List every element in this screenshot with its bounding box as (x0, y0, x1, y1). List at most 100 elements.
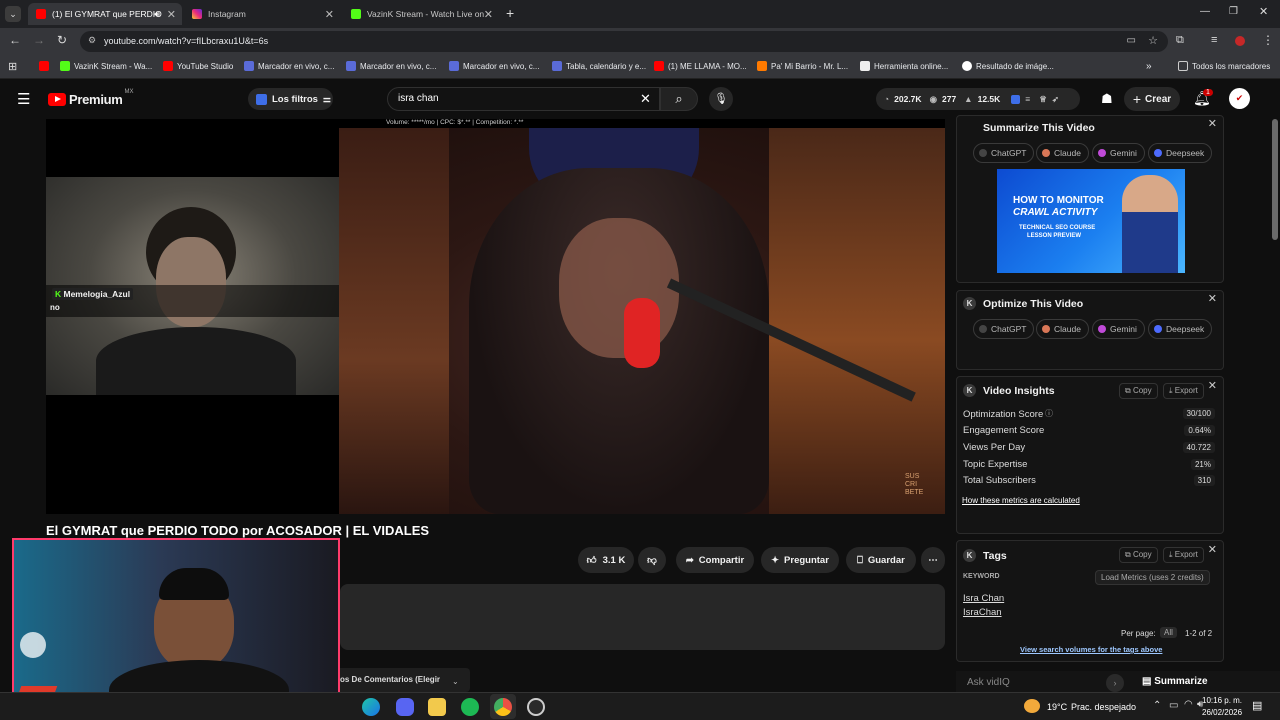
description-box[interactable] (340, 584, 945, 650)
browser-menu-icon[interactable]: ⋮ (1262, 33, 1274, 47)
bookmark-item[interactable]: (1) ME LLAMA - MO... (654, 61, 747, 71)
page-scrollbar[interactable] (1272, 119, 1278, 240)
close-tab-icon[interactable]: ✕ (325, 8, 334, 21)
deepseek-button[interactable]: Deepseek (1148, 143, 1213, 163)
ask-button[interactable]: ✦ Preguntar (761, 547, 839, 573)
bookmarks-bar: ⊞ VazinK Stream - Wa... YouTube Studio M… (0, 55, 1280, 79)
close-tab-icon[interactable]: ✕ (484, 8, 493, 21)
file-explorer-icon[interactable] (428, 698, 446, 716)
tag-link[interactable]: Isra Chan (963, 593, 1004, 604)
url-bar[interactable]: ⚙ youtube.com/watch?v=fILbcraxu1U&t=6s ▭… (80, 31, 1168, 52)
share-button[interactable]: ➦ Compartir (676, 547, 754, 573)
save-button[interactable]: ⎕ Guardar (846, 547, 916, 573)
tab-instagram[interactable]: Instagram ✕ (184, 3, 340, 25)
clear-search-icon[interactable]: ✕ (640, 91, 651, 107)
restore-icon[interactable]: ❐ (1229, 6, 1238, 17)
more-actions-button[interactable]: ⋯ (921, 547, 945, 573)
edge-icon[interactable] (362, 698, 380, 716)
ask-vidiq-input[interactable]: Ask vidIQ (967, 677, 1010, 688)
extensions-icon[interactable]: ⧉ (1176, 34, 1184, 47)
claude-button[interactable]: Claude (1036, 143, 1089, 163)
close-tags-icon[interactable]: ✕ (1208, 543, 1217, 556)
create-button[interactable]: + Crear (1124, 87, 1180, 111)
minimize-icon[interactable]: — (1200, 6, 1210, 17)
obs-icon[interactable] (527, 698, 545, 716)
discord-icon[interactable] (396, 698, 414, 716)
tab-search-button[interactable]: ⌄ (5, 6, 21, 22)
claude-button[interactable]: Claude (1036, 319, 1089, 339)
close-insights-icon[interactable]: ✕ (1208, 379, 1217, 392)
spotify-icon[interactable] (461, 698, 479, 716)
bookmark-star-icon[interactable]: ☆ (1148, 34, 1158, 47)
apps-grid-icon[interactable]: ⊞ (8, 60, 17, 73)
reading-list-icon[interactable]: ≡ (1211, 34, 1217, 46)
thumb-person (1122, 175, 1178, 273)
bookmark-item[interactable]: Marcador en vivo, c... (449, 61, 539, 71)
bookmark-item[interactable]: VazinK Stream - Wa... (60, 61, 152, 71)
tray-chevron-icon[interactable]: ⌃ (1153, 700, 1161, 711)
wifi-icon[interactable]: ◠ (1184, 699, 1193, 710)
chatgpt-button[interactable]: ChatGPT (973, 143, 1035, 163)
info-icon[interactable]: ⓘ (1045, 408, 1053, 419)
bookmark-item[interactable]: Tabla, calendario y e... (552, 61, 646, 71)
per-page-select[interactable]: All (1160, 627, 1177, 638)
rocket-icon[interactable]: ➶ (1052, 94, 1059, 105)
close-summarize-icon[interactable]: ✕ (1208, 117, 1217, 130)
gemini-button[interactable]: Gemini (1092, 319, 1145, 339)
filters-button[interactable]: Los filtros ⚌ (248, 88, 333, 110)
list-icon[interactable]: ≡ (1025, 94, 1030, 104)
bookmark-item[interactable]: Pa' Mi Barrio - Mr. L... (757, 61, 848, 71)
tab-vazink[interactable]: VazinK Stream - Watch Live on ✕ (343, 3, 499, 25)
weather-icon[interactable] (1024, 699, 1040, 713)
site-info-icon[interactable]: ⚙ (88, 35, 96, 46)
summarize-button[interactable]: ▤ Summarize (1142, 676, 1208, 687)
load-metrics-button[interactable]: Load Metrics (uses 2 credits) (1095, 570, 1210, 585)
bookmarks-overflow-icon[interactable]: » (1146, 61, 1152, 72)
video-player[interactable]: SUS CRI BETE Volume: *****/mo | CPC: $*.… (46, 119, 945, 514)
copy-tags-button[interactable]: ⧉ Copy (1119, 547, 1158, 563)
close-window-icon[interactable]: ✕ (1259, 5, 1268, 18)
notification-center-icon[interactable]: ▤ (1252, 699, 1262, 712)
vidiq-small-icon[interactable] (1011, 94, 1021, 104)
reload-icon[interactable]: ↻ (57, 33, 67, 47)
export-tags-button[interactable]: ⤓ Export (1163, 547, 1204, 563)
copy-insights-button[interactable]: ⧉ Copy (1119, 383, 1158, 399)
export-insights-button[interactable]: ⤓ Export (1163, 383, 1204, 399)
tag-link[interactable]: IsraChan (963, 607, 1002, 618)
youtube-logo[interactable]: Premium MX (48, 89, 134, 107)
hamburger-menu-icon[interactable]: ☰ (17, 90, 30, 108)
all-bookmarks[interactable]: Todos los marcadores (1178, 61, 1270, 71)
avatar[interactable]: ✔ (1229, 88, 1250, 109)
search-input[interactable]: isra chan ✕ (387, 87, 660, 111)
network-icon[interactable]: ▭ (1169, 700, 1178, 711)
profile-icon[interactable] (1235, 36, 1245, 46)
cast-icon[interactable]: ▭ (1127, 35, 1136, 46)
search-button[interactable]: ⌕ (660, 87, 698, 111)
bookmark-item[interactable]: Marcador en vivo, c... (244, 61, 334, 71)
deepseek-button[interactable]: Deepseek (1148, 319, 1213, 339)
search-volumes-link[interactable]: View search volumes for the tags above (1020, 645, 1162, 654)
comments-sort[interactable]: os De Comentarios (Elegir ⌄ (336, 668, 470, 692)
metrics-info-link[interactable]: How these metrics are calculated (962, 496, 1080, 505)
tab-gymrat[interactable]: (1) El GYMRAT que PERDIO 🔊︎ ✕ (28, 3, 182, 25)
bookmark-item[interactable] (39, 61, 53, 71)
bookmark-item[interactable]: Resultado de imáge... (962, 61, 1054, 71)
close-tab-icon[interactable]: ✕ (167, 8, 176, 21)
promo-thumbnail[interactable]: HOW TO MONITOR CRAWL ACTIVITY TECHNICAL … (997, 169, 1185, 273)
bookmark-item[interactable]: YouTube Studio (163, 61, 233, 71)
new-tab-button[interactable]: + (506, 5, 514, 21)
back-icon[interactable]: ← (9, 33, 21, 47)
forward-icon[interactable]: → (33, 33, 45, 47)
chatgpt-button[interactable]: ChatGPT (973, 319, 1035, 339)
speaker-icon[interactable]: 🔊︎ (154, 9, 160, 20)
dislike-button[interactable]: 👎︎ (638, 547, 666, 573)
bookmark-item[interactable]: Herramienta online... (860, 61, 948, 71)
close-optimize-icon[interactable]: ✕ (1208, 292, 1217, 305)
voice-search-button[interactable]: 🎙︎ (709, 87, 733, 111)
mask-icon[interactable]: ☗ (1101, 91, 1113, 107)
gemini-button[interactable]: Gemini (1092, 143, 1145, 163)
trophy-icon[interactable]: ♕ (1039, 94, 1047, 105)
like-button[interactable]: 👍︎ 3.1 K (578, 547, 634, 573)
send-arrow-icon[interactable]: › (1106, 674, 1124, 692)
bookmark-item[interactable]: Marcador en vivo, c... (346, 61, 436, 71)
